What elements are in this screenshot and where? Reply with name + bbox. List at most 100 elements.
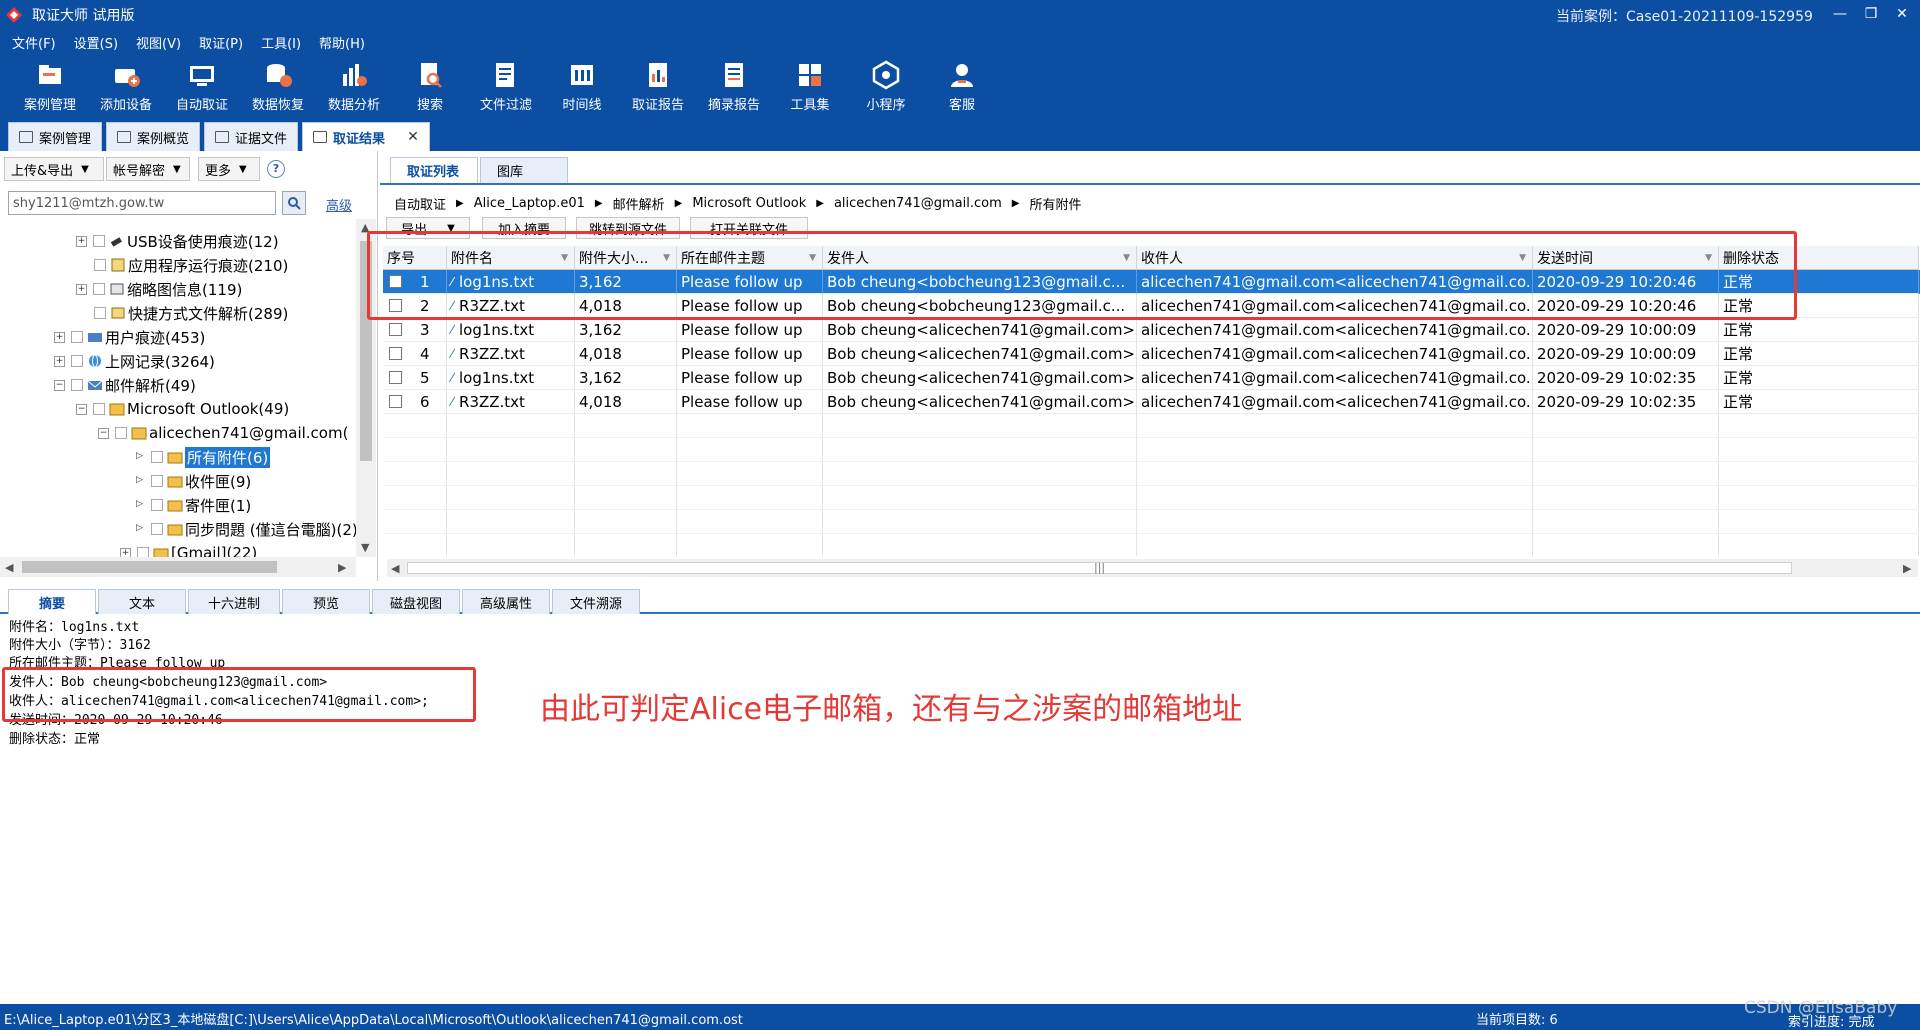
menu-view[interactable]: 视图(V): [136, 33, 181, 52]
row-checkbox[interactable]: [389, 347, 402, 360]
tree-node-user-traces[interactable]: + 用户痕迹(453): [54, 325, 205, 349]
toolbar-file-filter-button[interactable]: 文件过滤: [468, 55, 544, 118]
tree-node-usb[interactable]: + USB设备使用痕迹(12): [76, 229, 279, 253]
tree-checkbox[interactable]: [151, 451, 163, 463]
tree-checkbox[interactable]: [137, 547, 149, 557]
collapse-icon[interactable]: −: [98, 427, 109, 439]
help-icon[interactable]: ?: [267, 160, 285, 178]
tree-checkbox[interactable]: [71, 355, 83, 367]
tree-checkbox[interactable]: [93, 403, 105, 415]
tab-evidence-files[interactable]: 证据文件: [204, 122, 299, 151]
tab-summary[interactable]: 摘要: [8, 589, 96, 614]
toolbar-toolset-button[interactable]: 工具集: [772, 55, 848, 118]
breadcrumb-item[interactable]: 所有附件: [1029, 194, 1081, 213]
tree-node-sync-issues[interactable]: ▷ 同步問題 (僅這台電腦)(2): [134, 517, 356, 541]
toolbar-case-manage-button[interactable]: 案例管理: [12, 55, 88, 118]
tree-checkbox[interactable]: [115, 427, 127, 439]
toolbar-data-recovery-button[interactable]: 数据恢复: [240, 55, 316, 118]
tree-node-thumbnail[interactable]: + 缩略图信息(119): [76, 277, 242, 301]
tree-checkbox[interactable]: [71, 331, 83, 343]
breadcrumb-item[interactable]: Microsoft Outlook: [692, 196, 806, 211]
tree-node-app-run[interactable]: 应用程序运行痕迹(210): [94, 253, 288, 277]
tree-node-shortcut[interactable]: 快捷方式文件解析(289): [94, 301, 288, 325]
expand-icon[interactable]: +: [76, 283, 87, 295]
toolbar-search-button[interactable]: 搜索: [392, 55, 468, 118]
expand-icon[interactable]: +: [120, 547, 131, 557]
tree-node-outlook[interactable]: − Microsoft Outlook(49): [76, 397, 289, 421]
toolbar-customer-service-button[interactable]: 客服: [924, 55, 1000, 118]
tree-checkbox[interactable]: [151, 499, 163, 511]
more-dropdown[interactable]: 更多 ▼: [198, 157, 260, 181]
breadcrumb-item[interactable]: Alice_Laptop.e01: [474, 196, 585, 211]
tree-node-mailbox[interactable]: − alicechen741@gmail.com(: [98, 421, 348, 445]
tab-disk-view[interactable]: 磁盘视图: [372, 589, 460, 614]
expand-icon[interactable]: +: [76, 235, 87, 247]
tree-checkbox[interactable]: [94, 259, 106, 271]
close-button[interactable]: ✕: [1884, 2, 1920, 26]
tree-horizontal-scrollbar[interactable]: ◀ ▶: [0, 557, 356, 577]
menu-tools[interactable]: 工具(I): [261, 33, 301, 52]
tab-case-manage[interactable]: 案例管理: [8, 122, 103, 151]
tree-checkbox[interactable]: [151, 475, 163, 487]
account-decrypt-dropdown[interactable]: 帐号解密 ▼: [106, 157, 190, 181]
menu-help[interactable]: 帮助(H): [319, 33, 365, 52]
breadcrumb-item[interactable]: alicechen741@gmail.com: [834, 196, 1002, 211]
tree-checkbox[interactable]: [93, 283, 105, 295]
menu-forensics[interactable]: 取证(P): [199, 33, 243, 52]
scroll-right-icon[interactable]: ▶: [1903, 562, 1911, 575]
tab-forensics-list[interactable]: 取证列表: [390, 157, 478, 183]
collapse-icon[interactable]: −: [54, 379, 65, 391]
tab-forensics-results[interactable]: 取证结果 ✕: [302, 122, 430, 151]
search-input[interactable]: [8, 191, 276, 215]
menu-file[interactable]: 文件(F): [12, 33, 56, 52]
upload-export-dropdown[interactable]: 上传&导出 ▼: [4, 157, 104, 181]
row-checkbox[interactable]: [389, 371, 402, 384]
tab-text[interactable]: 文本: [98, 589, 186, 614]
breadcrumb-item[interactable]: 自动取证: [394, 194, 446, 213]
scroll-thumb[interactable]: [22, 561, 277, 573]
tab-advanced-props[interactable]: 高级属性: [462, 589, 550, 614]
tab-file-trace[interactable]: 文件溯源: [552, 589, 640, 614]
table-horizontal-scrollbar[interactable]: ◀ ||| ▶: [387, 559, 1918, 577]
tab-preview[interactable]: 预览: [282, 589, 370, 614]
toolbar-add-device-button[interactable]: 添加设备: [88, 55, 164, 118]
breadcrumb-item[interactable]: 邮件解析: [613, 194, 665, 213]
table-row[interactable]: 5 ⁄ log1ns.txt 3,162 Please follow up Bob che…: [383, 366, 1920, 390]
scroll-left-icon[interactable]: ◀: [5, 561, 13, 574]
tree-node-all-attachments[interactable]: ▷ 所有附件(6): [134, 445, 271, 469]
table-row[interactable]: 6 ⁄ R3ZZ.txt 4,018 Please follow up Bob cheun…: [383, 390, 1920, 414]
table-row[interactable]: 3 ⁄ log1ns.txt 3,162 Please follow up Bob che…: [383, 318, 1920, 342]
collapse-icon[interactable]: −: [76, 403, 87, 415]
advanced-search-link[interactable]: 高级: [326, 195, 352, 214]
scroll-right-icon[interactable]: ▶: [338, 561, 346, 574]
row-checkbox[interactable]: [389, 323, 402, 336]
toolbar-report-button[interactable]: 取证报告: [620, 55, 696, 118]
menu-settings[interactable]: 设置(S): [74, 33, 118, 52]
row-checkbox[interactable]: [389, 395, 402, 408]
scroll-down-icon[interactable]: ▼: [361, 541, 369, 554]
close-tab-icon[interactable]: ✕: [407, 129, 419, 145]
tree-node-sent[interactable]: ▷ 寄件匣(1): [134, 493, 251, 517]
expand-icon[interactable]: +: [54, 331, 65, 343]
tab-case-overview[interactable]: 案例概览: [106, 122, 201, 151]
tree-node-web-history[interactable]: + 上网记录(3264): [54, 349, 215, 373]
tab-gallery[interactable]: 图库: [480, 157, 568, 183]
tree-node-gmail[interactable]: + [Gmail](22): [120, 541, 257, 557]
search-button[interactable]: [282, 191, 306, 215]
expand-icon[interactable]: +: [54, 355, 65, 367]
toolbar-data-analysis-button[interactable]: 数据分析: [316, 55, 392, 118]
scroll-thumb[interactable]: |||: [407, 561, 1792, 574]
table-row[interactable]: 4 ⁄ R3ZZ.txt 4,018 Please follow up Bob cheun…: [383, 342, 1920, 366]
tree-checkbox[interactable]: [71, 379, 83, 391]
toolbar-timeline-button[interactable]: 时间线: [544, 55, 620, 118]
tree-checkbox[interactable]: [93, 235, 105, 247]
tree-checkbox[interactable]: [94, 307, 106, 319]
toolbar-excerpt-report-button[interactable]: 摘录报告: [696, 55, 772, 118]
tree-checkbox[interactable]: [151, 523, 163, 535]
tree-node-mail-parse[interactable]: − 邮件解析(49): [54, 373, 196, 397]
tab-hex[interactable]: 十六进制: [188, 589, 280, 614]
tree-node-inbox[interactable]: ▷ 收件匣(9): [134, 469, 251, 493]
toolbar-miniprogram-button[interactable]: 小程序: [848, 55, 924, 118]
scroll-left-icon[interactable]: ◀: [391, 562, 399, 575]
toolbar-auto-forensics-button[interactable]: 自动取证: [164, 55, 240, 118]
